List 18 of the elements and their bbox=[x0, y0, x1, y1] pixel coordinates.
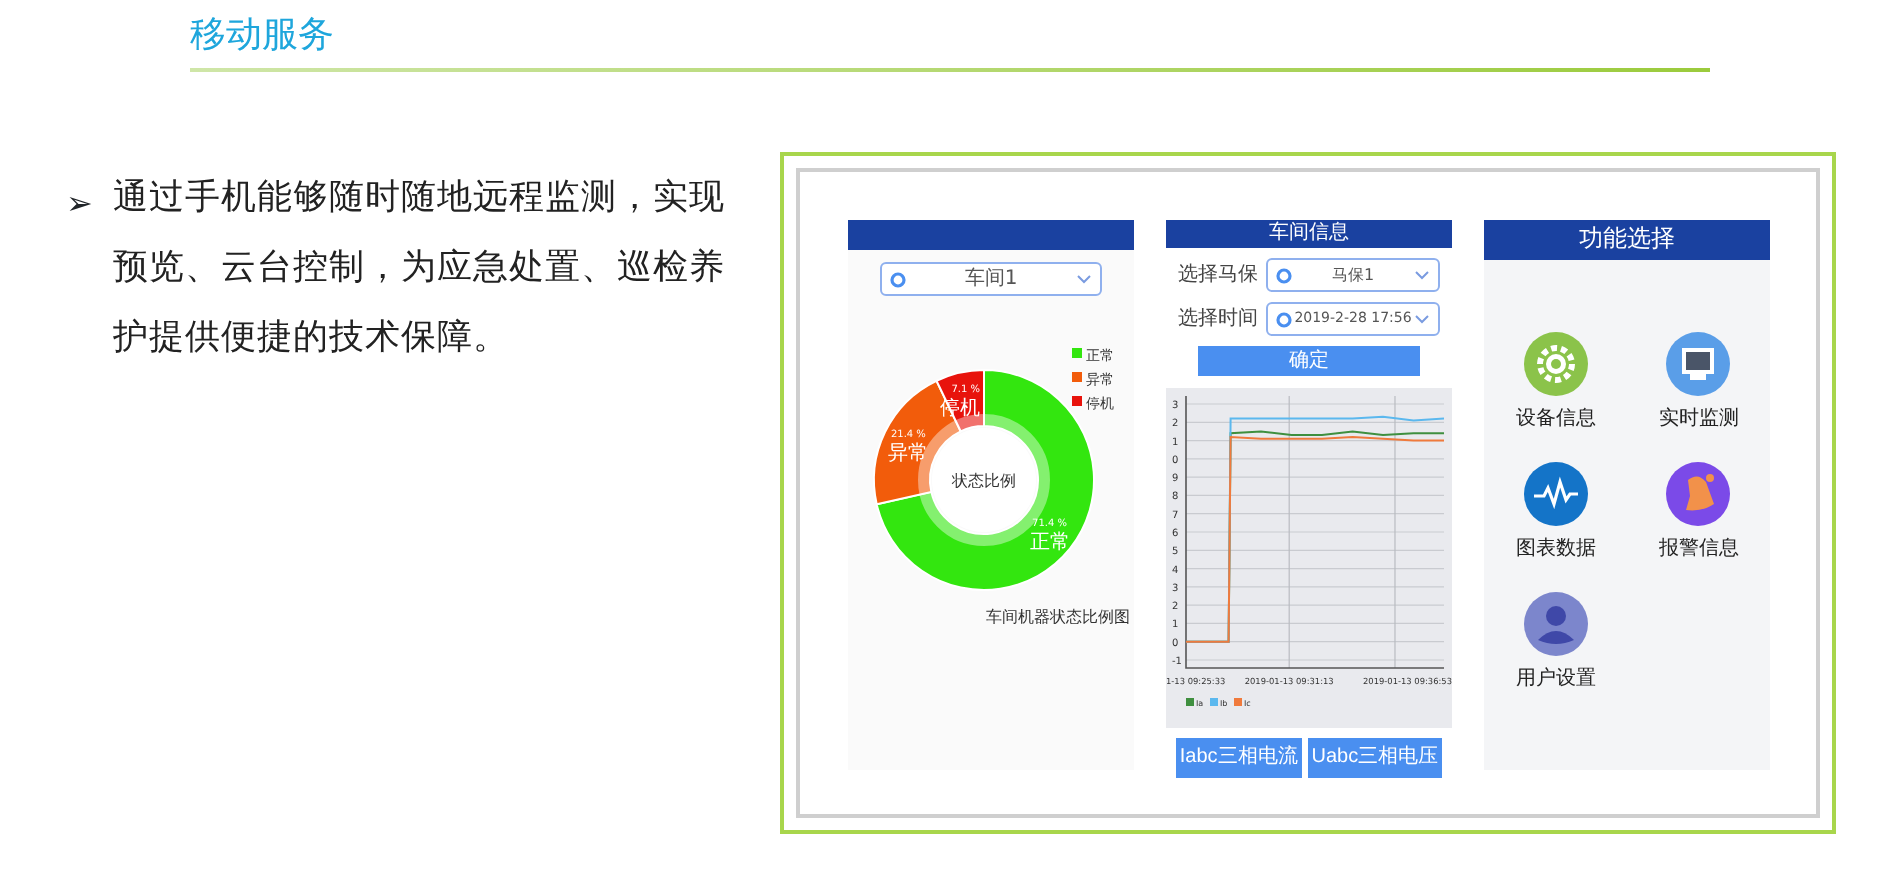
chart-caption: 车间机器状态比例图 bbox=[986, 608, 1130, 626]
menu-label[interactable]: 报警信息 bbox=[1658, 534, 1739, 564]
bullet-text: 通过手机能够随时随地远程监测，实现预览、云台控制，为应急处置、巡检养护提供便捷的技术保障。 bbox=[112, 176, 727, 362]
menu-label[interactable]: 用户设置 bbox=[1515, 664, 1596, 694]
slice-label: 正常 bbox=[1029, 532, 1070, 555]
screen-header: 车间信息 bbox=[1166, 220, 1452, 248]
menu-label[interactable]: 图表数据 bbox=[1515, 534, 1596, 564]
field-label: 选择马保 bbox=[1178, 261, 1258, 290]
screen-header: 功能选择 bbox=[1484, 220, 1770, 260]
menu-label[interactable]: 实时监测 bbox=[1658, 404, 1739, 434]
bullet-icon: ➢ bbox=[66, 168, 93, 238]
menu-label[interactable]: 设备信息 bbox=[1515, 404, 1596, 434]
slide-title: 移动服务 bbox=[188, 12, 336, 60]
field-label: 选择时间 bbox=[1178, 305, 1258, 334]
workshop-dropdown[interactable]: 车间1 bbox=[880, 262, 1102, 296]
center-label: 状态比例 bbox=[952, 472, 1016, 490]
slice-label: 异常 bbox=[888, 443, 929, 466]
select-field[interactable]: 马保1 bbox=[1266, 258, 1440, 292]
